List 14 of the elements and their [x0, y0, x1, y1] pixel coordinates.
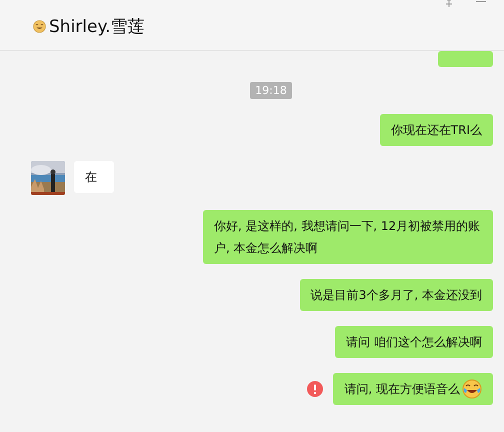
send-failed-icon[interactable]	[307, 381, 324, 397]
message-text: 说是目前3个多月了, 本金还没到	[310, 287, 482, 304]
message-text: 你现在还在TRI么	[390, 122, 482, 139]
pin-icon[interactable]	[444, 0, 454, 7]
message-text: 你好, 是这样的, 我想请问一下, 12月初被禁用的账户, 本金怎么解决啊	[214, 218, 482, 257]
timestamp: 19:18	[250, 82, 292, 99]
laughing-emoji-icon	[462, 379, 482, 399]
minimize-icon[interactable]	[476, 0, 486, 3]
contact-name: Shirley.雪莲	[49, 16, 145, 38]
message-text: 请问 咱们这个怎么解决啊	[346, 334, 482, 351]
message-text: 在	[85, 169, 97, 186]
smiley-icon	[33, 20, 46, 33]
message-bubble	[438, 51, 493, 67]
message-text: 请问, 现在方便语音么	[344, 381, 460, 398]
